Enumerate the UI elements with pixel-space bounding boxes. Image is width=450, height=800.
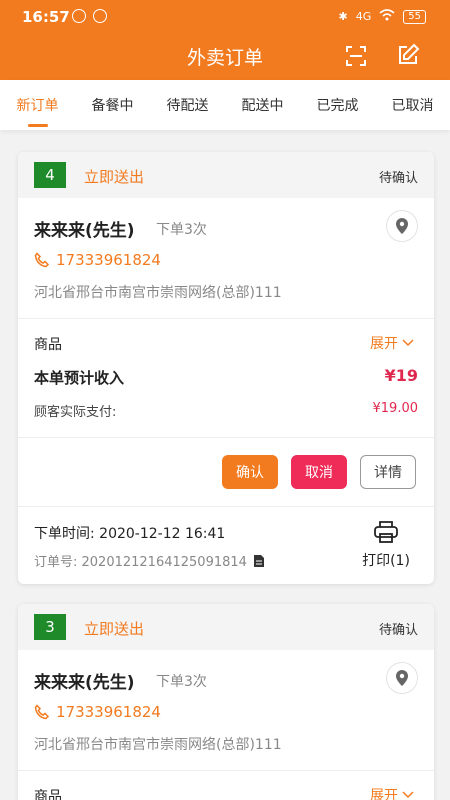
- delivery-address: 河北省邢台市南宫市崇雨网络(总部)111: [34, 737, 282, 753]
- edit-icon[interactable]: [396, 43, 420, 67]
- divider: [18, 318, 434, 319]
- print-button[interactable]: 打印(1): [356, 520, 416, 570]
- expand-label: 展开: [370, 788, 398, 800]
- phone-icon: [34, 704, 50, 720]
- location-pin-icon: [396, 218, 408, 234]
- notification-icon: [72, 9, 86, 23]
- page-title: 外卖订单: [186, 47, 263, 69]
- order-card: 4 立即送出 待确认 来来来(先生) 下单3次 17333961824 河北省邢…: [18, 152, 434, 584]
- goods-label: 商品: [34, 337, 62, 353]
- income-value: ¥19: [384, 366, 418, 385]
- tab-delivering[interactable]: 配送中: [242, 85, 284, 125]
- tab-cancelled[interactable]: 已取消: [392, 85, 434, 125]
- location-button[interactable]: [386, 662, 418, 694]
- scan-icon[interactable]: [344, 44, 368, 68]
- order-count: 下单3次: [156, 222, 207, 238]
- expand-label: 展开: [370, 336, 398, 352]
- customer-name: 来来来(先生): [34, 673, 135, 693]
- tab-preparing[interactable]: 备餐中: [92, 85, 134, 125]
- location-button[interactable]: [386, 210, 418, 242]
- bluetooth-icon: ✱: [338, 10, 348, 23]
- phone-row[interactable]: 17333961824: [34, 251, 161, 269]
- paid-value: ¥19.00: [372, 401, 419, 416]
- network-label: 4G: [355, 10, 372, 23]
- expand-goods-button[interactable]: 展开: [370, 333, 414, 353]
- delivery-address: 河北省邢台市南宫市崇雨网络(总部)111: [34, 285, 282, 301]
- phone-icon: [34, 252, 50, 268]
- tab-completed[interactable]: 已完成: [317, 85, 359, 125]
- order-number-badge: 4: [34, 162, 66, 188]
- phone-number[interactable]: 17333961824: [56, 251, 161, 269]
- customer-name: 来来来(先生): [34, 221, 135, 241]
- order-card-header: 4 立即送出 待确认: [18, 152, 434, 198]
- notification-icon: [93, 9, 107, 23]
- battery-indicator: 55: [403, 9, 426, 24]
- detail-button[interactable]: 详情: [360, 455, 416, 489]
- location-pin-icon: [396, 670, 408, 686]
- order-card-header: 3 立即送出 待确认: [18, 604, 434, 650]
- order-time: 下单时间: 2020-12-12 16:41: [34, 526, 226, 542]
- order-number: 订单号: 20201212164125091814: [34, 555, 247, 570]
- delivery-type: 立即送出: [84, 168, 145, 186]
- order-card: 3 立即送出 待确认 来来来(先生) 下单3次 17333961824 河北省邢…: [18, 604, 434, 800]
- order-status: 待确认: [378, 171, 418, 186]
- status-time: 16:57: [22, 8, 70, 26]
- order-number-row: 订单号: 20201212164125091814: [34, 551, 265, 570]
- wifi-icon: [379, 9, 395, 24]
- confirm-button[interactable]: 确认: [222, 455, 278, 489]
- order-number-badge: 3: [34, 614, 66, 640]
- goods-label: 商品: [34, 789, 62, 800]
- printer-icon: [374, 521, 398, 543]
- status-right: ✱ 4G 55: [339, 9, 426, 24]
- delivery-type: 立即送出: [84, 620, 145, 638]
- print-label: 打印(1): [362, 553, 410, 569]
- divider: [18, 770, 434, 771]
- phone-row[interactable]: 17333961824: [34, 703, 161, 721]
- phone-number[interactable]: 17333961824: [56, 703, 161, 721]
- title-bar: 外卖订单: [0, 34, 450, 80]
- copy-icon[interactable]: [253, 554, 265, 568]
- status-notification-icons: [72, 9, 107, 23]
- divider: [18, 506, 434, 507]
- chevron-down-icon: [402, 791, 414, 799]
- order-status: 待确认: [378, 623, 418, 638]
- divider: [18, 437, 434, 438]
- tab-new-orders[interactable]: 新订单: [17, 85, 59, 127]
- expand-goods-button[interactable]: 展开: [370, 785, 414, 800]
- paid-label: 顾客实际支付:: [34, 405, 117, 420]
- chevron-down-icon: [402, 339, 414, 347]
- order-tabs: 新订单 备餐中 待配送 配送中 已完成 已取消: [0, 80, 450, 130]
- order-count: 下单3次: [156, 674, 207, 690]
- tab-awaiting-delivery[interactable]: 待配送: [167, 85, 209, 125]
- income-label: 本单预计收入: [34, 369, 125, 387]
- cancel-button[interactable]: 取消: [291, 455, 347, 489]
- status-bar: 16:57 ✱ 4G 55: [0, 0, 450, 34]
